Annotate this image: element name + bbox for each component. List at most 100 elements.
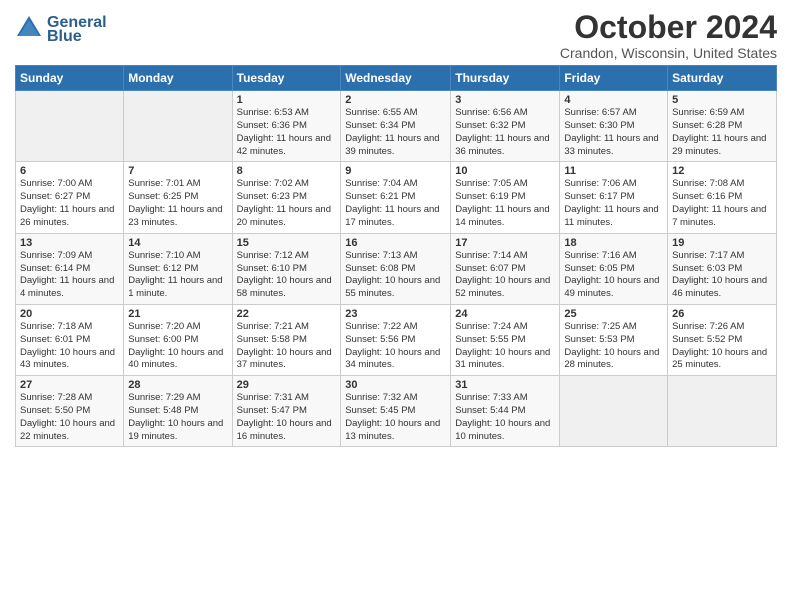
calendar-week-row: 27Sunrise: 7:28 AM Sunset: 5:50 PM Dayli… xyxy=(16,376,777,447)
day-number: 29 xyxy=(237,379,337,391)
day-number: 24 xyxy=(455,308,555,320)
calendar-week-row: 13Sunrise: 7:09 AM Sunset: 6:14 PM Dayli… xyxy=(16,233,777,304)
cell-info: Sunrise: 7:00 AM Sunset: 6:27 PM Dayligh… xyxy=(20,178,119,229)
cell-info: Sunrise: 7:12 AM Sunset: 6:10 PM Dayligh… xyxy=(237,250,337,301)
calendar-cell xyxy=(668,376,777,447)
cell-info: Sunrise: 7:18 AM Sunset: 6:01 PM Dayligh… xyxy=(20,321,119,372)
calendar-cell: 14Sunrise: 7:10 AM Sunset: 6:12 PM Dayli… xyxy=(124,233,232,304)
calendar-cell: 11Sunrise: 7:06 AM Sunset: 6:17 PM Dayli… xyxy=(560,162,668,233)
cell-info: Sunrise: 7:13 AM Sunset: 6:08 PM Dayligh… xyxy=(345,250,446,301)
day-number: 22 xyxy=(237,308,337,320)
day-number: 12 xyxy=(672,165,772,177)
calendar-cell: 8Sunrise: 7:02 AM Sunset: 6:23 PM Daylig… xyxy=(232,162,341,233)
calendar-cell: 20Sunrise: 7:18 AM Sunset: 6:01 PM Dayli… xyxy=(16,304,124,375)
calendar-cell: 17Sunrise: 7:14 AM Sunset: 6:07 PM Dayli… xyxy=(451,233,560,304)
day-number: 5 xyxy=(672,94,772,106)
cell-info: Sunrise: 7:09 AM Sunset: 6:14 PM Dayligh… xyxy=(20,250,119,301)
calendar-cell xyxy=(124,91,232,162)
calendar-week-row: 1Sunrise: 6:53 AM Sunset: 6:36 PM Daylig… xyxy=(16,91,777,162)
weekday-header: Sunday xyxy=(16,66,124,91)
day-number: 2 xyxy=(345,94,446,106)
calendar-cell: 16Sunrise: 7:13 AM Sunset: 6:08 PM Dayli… xyxy=(341,233,451,304)
cell-info: Sunrise: 7:21 AM Sunset: 5:58 PM Dayligh… xyxy=(237,321,337,372)
calendar-cell: 2Sunrise: 6:55 AM Sunset: 6:34 PM Daylig… xyxy=(341,91,451,162)
calendar-cell: 31Sunrise: 7:33 AM Sunset: 5:44 PM Dayli… xyxy=(451,376,560,447)
cell-info: Sunrise: 7:14 AM Sunset: 6:07 PM Dayligh… xyxy=(455,250,555,301)
day-number: 8 xyxy=(237,165,337,177)
day-number: 4 xyxy=(564,94,663,106)
page-container: General Blue October 2024 Crandon, Wisco… xyxy=(0,0,792,457)
cell-info: Sunrise: 7:29 AM Sunset: 5:48 PM Dayligh… xyxy=(128,392,227,443)
cell-info: Sunrise: 7:08 AM Sunset: 6:16 PM Dayligh… xyxy=(672,178,772,229)
day-number: 20 xyxy=(20,308,119,320)
calendar-cell: 30Sunrise: 7:32 AM Sunset: 5:45 PM Dayli… xyxy=(341,376,451,447)
cell-info: Sunrise: 6:53 AM Sunset: 6:36 PM Dayligh… xyxy=(237,107,337,158)
calendar-cell: 7Sunrise: 7:01 AM Sunset: 6:25 PM Daylig… xyxy=(124,162,232,233)
weekday-header: Monday xyxy=(124,66,232,91)
location: Crandon, Wisconsin, United States xyxy=(560,45,777,61)
day-number: 31 xyxy=(455,379,555,391)
weekday-header: Wednesday xyxy=(341,66,451,91)
cell-info: Sunrise: 7:16 AM Sunset: 6:05 PM Dayligh… xyxy=(564,250,663,301)
calendar-cell: 25Sunrise: 7:25 AM Sunset: 5:53 PM Dayli… xyxy=(560,304,668,375)
cell-info: Sunrise: 7:01 AM Sunset: 6:25 PM Dayligh… xyxy=(128,178,227,229)
calendar-cell: 22Sunrise: 7:21 AM Sunset: 5:58 PM Dayli… xyxy=(232,304,341,375)
cell-info: Sunrise: 6:59 AM Sunset: 6:28 PM Dayligh… xyxy=(672,107,772,158)
calendar-cell: 28Sunrise: 7:29 AM Sunset: 5:48 PM Dayli… xyxy=(124,376,232,447)
logo: General Blue xyxy=(15,14,107,46)
logo-icon xyxy=(15,14,43,42)
calendar-cell: 26Sunrise: 7:26 AM Sunset: 5:52 PM Dayli… xyxy=(668,304,777,375)
day-number: 14 xyxy=(128,237,227,249)
weekday-header: Friday xyxy=(560,66,668,91)
day-number: 15 xyxy=(237,237,337,249)
cell-info: Sunrise: 7:02 AM Sunset: 6:23 PM Dayligh… xyxy=(237,178,337,229)
month-title: October 2024 xyxy=(560,10,777,45)
day-number: 1 xyxy=(237,94,337,106)
cell-info: Sunrise: 7:28 AM Sunset: 5:50 PM Dayligh… xyxy=(20,392,119,443)
calendar-cell: 29Sunrise: 7:31 AM Sunset: 5:47 PM Dayli… xyxy=(232,376,341,447)
day-number: 18 xyxy=(564,237,663,249)
calendar-cell: 12Sunrise: 7:08 AM Sunset: 6:16 PM Dayli… xyxy=(668,162,777,233)
day-number: 26 xyxy=(672,308,772,320)
day-number: 17 xyxy=(455,237,555,249)
cell-info: Sunrise: 7:04 AM Sunset: 6:21 PM Dayligh… xyxy=(345,178,446,229)
calendar-cell: 13Sunrise: 7:09 AM Sunset: 6:14 PM Dayli… xyxy=(16,233,124,304)
cell-info: Sunrise: 7:31 AM Sunset: 5:47 PM Dayligh… xyxy=(237,392,337,443)
cell-info: Sunrise: 7:20 AM Sunset: 6:00 PM Dayligh… xyxy=(128,321,227,372)
calendar-cell: 23Sunrise: 7:22 AM Sunset: 5:56 PM Dayli… xyxy=(341,304,451,375)
cell-info: Sunrise: 7:22 AM Sunset: 5:56 PM Dayligh… xyxy=(345,321,446,372)
calendar-table: SundayMondayTuesdayWednesdayThursdayFrid… xyxy=(15,65,777,447)
cell-info: Sunrise: 7:10 AM Sunset: 6:12 PM Dayligh… xyxy=(128,250,227,301)
cell-info: Sunrise: 6:56 AM Sunset: 6:32 PM Dayligh… xyxy=(455,107,555,158)
calendar-cell: 9Sunrise: 7:04 AM Sunset: 6:21 PM Daylig… xyxy=(341,162,451,233)
weekday-header: Tuesday xyxy=(232,66,341,91)
calendar-cell xyxy=(560,376,668,447)
day-number: 27 xyxy=(20,379,119,391)
calendar-cell: 3Sunrise: 6:56 AM Sunset: 6:32 PM Daylig… xyxy=(451,91,560,162)
calendar-cell: 5Sunrise: 6:59 AM Sunset: 6:28 PM Daylig… xyxy=(668,91,777,162)
calendar-cell: 15Sunrise: 7:12 AM Sunset: 6:10 PM Dayli… xyxy=(232,233,341,304)
calendar-cell: 1Sunrise: 6:53 AM Sunset: 6:36 PM Daylig… xyxy=(232,91,341,162)
calendar-cell: 27Sunrise: 7:28 AM Sunset: 5:50 PM Dayli… xyxy=(16,376,124,447)
cell-info: Sunrise: 7:25 AM Sunset: 5:53 PM Dayligh… xyxy=(564,321,663,372)
calendar-week-row: 6Sunrise: 7:00 AM Sunset: 6:27 PM Daylig… xyxy=(16,162,777,233)
calendar-header-row: SundayMondayTuesdayWednesdayThursdayFrid… xyxy=(16,66,777,91)
calendar-cell: 24Sunrise: 7:24 AM Sunset: 5:55 PM Dayli… xyxy=(451,304,560,375)
day-number: 23 xyxy=(345,308,446,320)
day-number: 6 xyxy=(20,165,119,177)
calendar-cell xyxy=(16,91,124,162)
day-number: 10 xyxy=(455,165,555,177)
day-number: 25 xyxy=(564,308,663,320)
cell-info: Sunrise: 7:24 AM Sunset: 5:55 PM Dayligh… xyxy=(455,321,555,372)
day-number: 3 xyxy=(455,94,555,106)
weekday-header: Saturday xyxy=(668,66,777,91)
title-block: October 2024 Crandon, Wisconsin, United … xyxy=(560,10,777,61)
calendar-cell: 4Sunrise: 6:57 AM Sunset: 6:30 PM Daylig… xyxy=(560,91,668,162)
calendar-cell: 19Sunrise: 7:17 AM Sunset: 6:03 PM Dayli… xyxy=(668,233,777,304)
calendar-cell: 21Sunrise: 7:20 AM Sunset: 6:00 PM Dayli… xyxy=(124,304,232,375)
cell-info: Sunrise: 7:06 AM Sunset: 6:17 PM Dayligh… xyxy=(564,178,663,229)
cell-info: Sunrise: 6:57 AM Sunset: 6:30 PM Dayligh… xyxy=(564,107,663,158)
day-number: 28 xyxy=(128,379,227,391)
day-number: 13 xyxy=(20,237,119,249)
cell-info: Sunrise: 6:55 AM Sunset: 6:34 PM Dayligh… xyxy=(345,107,446,158)
